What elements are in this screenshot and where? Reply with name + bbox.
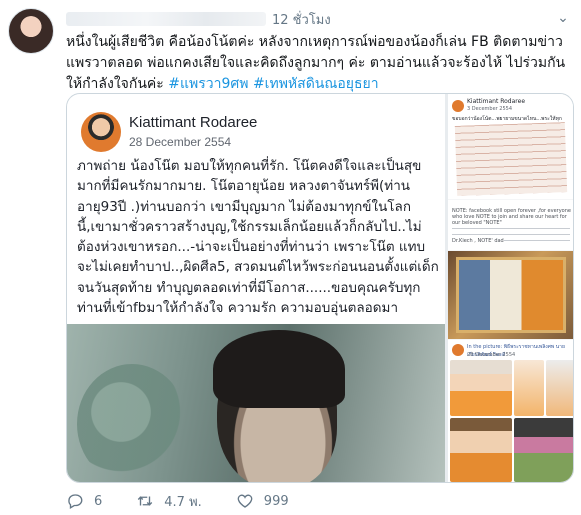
fb-date: 28 December 2554 bbox=[129, 135, 232, 149]
retweet-icon bbox=[136, 492, 154, 510]
hashtag-link[interactable]: #แพรวา9ศพ bbox=[168, 76, 248, 92]
tweet-actions: 6 4.7 พ. 999 bbox=[66, 490, 323, 512]
screenshot-collage[interactable]: Kiattimant Rodaree 3 December 2554 ขอบอก… bbox=[448, 94, 573, 482]
tweet-header: 12 ชั่วโมง bbox=[66, 10, 331, 28]
heart-icon bbox=[236, 492, 254, 510]
mini-author: Kiattimant Rodaree bbox=[467, 98, 526, 105]
fb-avatar bbox=[81, 112, 121, 152]
collage-post-document: Kiattimant Rodaree 3 December 2554 ขอบอก… bbox=[448, 94, 573, 199]
grid-photo bbox=[450, 360, 512, 416]
mini-avatar bbox=[452, 100, 464, 112]
photo-plant bbox=[77, 364, 187, 482]
tweet-time[interactable]: 12 ชั่วโมง bbox=[272, 9, 331, 30]
photo-frame bbox=[456, 257, 566, 333]
mini-date: 28 December 2554 bbox=[467, 352, 516, 358]
tweet-text: หนึ่งในผู้เสียชีวิต คือน้องโน้ตค่ะ หลังจ… bbox=[66, 32, 571, 95]
tweet: 12 ชั่วโมง ⌄ หนึ่งในผู้เสียชีวิต คือน้อง… bbox=[0, 0, 581, 515]
reply-button[interactable]: 6 bbox=[66, 492, 102, 510]
photo-child-hair bbox=[213, 330, 345, 408]
child-photo bbox=[67, 324, 445, 482]
document-image bbox=[454, 122, 568, 196]
grid-photo bbox=[546, 360, 573, 416]
chevron-down-icon[interactable]: ⌄ bbox=[555, 10, 571, 26]
collage-framed-photo bbox=[448, 251, 573, 339]
collage-photo-grid: In the picture: พิธีพระราชทานเพลิงศพ นาย… bbox=[448, 340, 573, 482]
like-count: 999 bbox=[263, 493, 289, 509]
fb-author: Kiattimant Rodaree bbox=[129, 114, 258, 131]
reply-icon bbox=[66, 492, 84, 510]
mini-avatar bbox=[452, 344, 464, 356]
grid-photo bbox=[450, 418, 512, 482]
like-button[interactable]: 999 bbox=[236, 492, 289, 510]
hashtag-link[interactable]: #เทพหัสดินณอยุธยา bbox=[253, 76, 379, 92]
collage-note: NOTE: facebook still open forever ,for e… bbox=[448, 200, 573, 250]
retweet-count: 4.7 พ. bbox=[164, 494, 202, 510]
facebook-post-screenshot[interactable]: Kiattimant Rodaree 28 December 2554 ภาพถ… bbox=[67, 94, 445, 482]
mini-note-text: NOTE: facebook still open forever ,for e… bbox=[452, 208, 573, 226]
grid-photo bbox=[514, 360, 544, 416]
mini-date: 3 December 2554 bbox=[467, 106, 513, 112]
retweet-button[interactable]: 4.7 พ. bbox=[136, 491, 202, 512]
reply-count: 6 bbox=[94, 493, 103, 509]
media-attachment[interactable]: Kiattimant Rodaree 28 December 2554 ภาพถ… bbox=[66, 93, 574, 483]
mini-note-signature: Dr.Kiech , NOTE' dad bbox=[452, 238, 504, 244]
redacted-username[interactable] bbox=[66, 12, 266, 26]
grid-photo bbox=[514, 418, 573, 482]
fb-post-text: ภาพถ่าย น้องโน๊ต มอบให้ทุกคนที่รัก. โน๊ต… bbox=[77, 158, 439, 317]
avatar[interactable] bbox=[8, 8, 54, 54]
